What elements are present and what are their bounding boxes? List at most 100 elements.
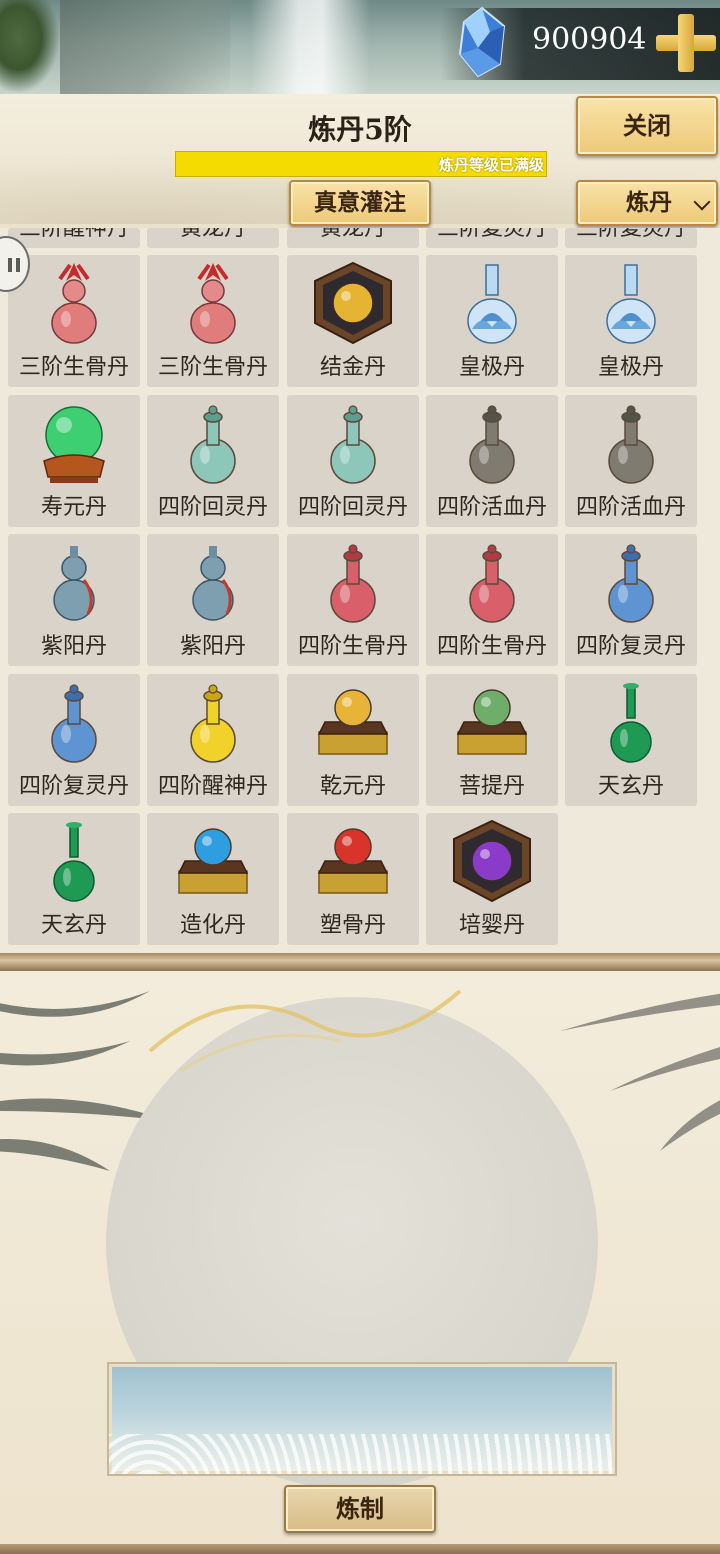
pill-name: 皇极丹	[458, 355, 525, 380]
pill-slot[interactable]: 乾元丹	[287, 673, 419, 806]
add-currency-button[interactable]	[656, 14, 716, 72]
pill-slot[interactable]: 皇极丹	[565, 255, 697, 387]
currency-amount: 900904	[532, 22, 647, 57]
pill-name: 皇极丹	[597, 355, 664, 380]
pill-name: 三阶复灵丹	[436, 228, 547, 241]
blue-crystal-gem-icon	[458, 6, 506, 78]
teal-bottle-icon	[169, 401, 257, 487]
pill-grid: 三阶醒神丹 黄龙丹 黄龙丹 三阶复灵丹 三阶复灵丹三阶生骨丹 三阶生骨丹 结金丹 皇极丹 皇极丹…	[0, 228, 720, 953]
pill-slot-partial[interactable]: 黄龙丹	[147, 228, 279, 248]
green-orb-stand-icon	[448, 680, 536, 766]
pill-name: 培婴丹	[458, 913, 525, 938]
pill-slot[interactable]: 菩提丹	[426, 673, 558, 806]
pill-slot-partial[interactable]: 黄龙丹	[287, 228, 419, 248]
pill-name: 乾元丹	[319, 773, 386, 799]
pill-slot[interactable]: 塑骨丹	[287, 813, 419, 945]
pill-name: 四阶活血丹	[575, 494, 686, 520]
pill-name: 结金丹	[319, 355, 386, 380]
pill-name: 天玄丹	[597, 773, 664, 799]
progress-status-text: 炼丹等级已满级	[438, 156, 544, 174]
waterfall-decoration	[250, 0, 370, 94]
pill-slot[interactable]: 四阶生骨丹	[426, 534, 558, 666]
gold-orb-box-icon	[309, 261, 397, 347]
cliff-decoration	[60, 0, 230, 94]
yellow-bottle-icon	[169, 680, 257, 766]
crafting-area	[0, 971, 720, 1554]
teal-bottle-icon	[309, 401, 397, 487]
pill-slot[interactable]: 寿元丹	[8, 394, 140, 527]
pill-name: 寿元丹	[40, 494, 107, 520]
pill-slot[interactable]: 四阶活血丹	[426, 394, 558, 527]
green-vase-icon	[30, 819, 118, 905]
pill-slot-partial[interactable]: 三阶醒神丹	[8, 228, 140, 248]
blue-bottle-icon	[30, 680, 118, 766]
pill-name: 黄龙丹	[179, 228, 246, 241]
pill-name: 黄龙丹	[319, 228, 386, 241]
dropdown-selected-label: 炼丹	[626, 189, 672, 216]
pill-name: 四阶醒神丹	[157, 773, 268, 799]
pill-slot[interactable]: 天玄丹	[8, 813, 140, 945]
result-scroll-panel	[107, 1362, 617, 1476]
pill-name: 三阶生骨丹	[157, 355, 268, 380]
pill-name: 四阶回灵丹	[157, 494, 268, 520]
green-crystal-ball-icon	[30, 401, 118, 487]
category-dropdown[interactable]: 炼丹	[576, 180, 718, 226]
red-bottle-icon	[309, 540, 397, 626]
foliage-decoration	[0, 0, 60, 94]
pill-name: 四阶生骨丹	[297, 634, 408, 659]
blue-bottle-icon	[587, 540, 675, 626]
pill-slot[interactable]: 三阶生骨丹	[147, 255, 279, 387]
pill-slot[interactable]: 四阶复灵丹	[565, 534, 697, 666]
pill-name: 四阶生骨丹	[436, 634, 547, 659]
pill-slot[interactable]: 四阶醒神丹	[147, 673, 279, 806]
bottom-border	[0, 1544, 720, 1554]
pink-gourd-vase-icon	[30, 261, 118, 347]
pill-slot[interactable]: 紫阳丹	[8, 534, 140, 666]
blue-gourd-icon	[169, 540, 257, 626]
gold-orb-stand-icon	[309, 680, 397, 766]
pill-slot[interactable]: 皇极丹	[426, 255, 558, 387]
pill-name: 菩提丹	[458, 773, 525, 799]
purple-orb-box-icon	[448, 819, 536, 905]
gray-bottle-icon	[587, 401, 675, 487]
pill-name: 三阶复灵丹	[575, 228, 686, 241]
blue-gourd-icon	[30, 540, 118, 626]
red-orb-stand-icon	[309, 819, 397, 905]
wave-pattern	[109, 1434, 615, 1474]
pill-slot[interactable]: 四阶活血丹	[565, 394, 697, 527]
pill-slot[interactable]: 培婴丹	[426, 813, 558, 945]
chevron-down-icon	[693, 193, 711, 211]
pill-name: 造化丹	[179, 913, 246, 938]
pill-slot-partial[interactable]: 三阶复灵丹	[426, 228, 558, 248]
pill-slot[interactable]: 四阶复灵丹	[8, 673, 140, 806]
blue-orb-stand-icon	[169, 819, 257, 905]
craft-button[interactable]: 炼制	[284, 1485, 436, 1533]
pill-name: 四阶复灵丹	[18, 773, 129, 799]
alchemy-progress-bar: 炼丹等级已满级	[175, 151, 547, 177]
pill-slot[interactable]: 四阶回灵丹	[287, 394, 419, 527]
green-vase-icon	[587, 680, 675, 766]
pill-name: 紫阳丹	[40, 634, 107, 659]
pill-slot[interactable]: 四阶回灵丹	[147, 394, 279, 527]
pill-name: 四阶复灵丹	[575, 634, 686, 659]
infuse-button[interactable]: 真意灌注	[289, 180, 431, 226]
close-button[interactable]: 关闭	[576, 96, 718, 156]
pill-slot[interactable]: 紫阳丹	[147, 534, 279, 666]
pill-slot[interactable]: 四阶生骨丹	[287, 534, 419, 666]
pill-name: 塑骨丹	[319, 913, 386, 938]
pill-name: 紫阳丹	[179, 634, 246, 659]
pill-slot[interactable]: 结金丹	[287, 255, 419, 387]
pill-name: 天玄丹	[40, 913, 107, 938]
pill-slot[interactable]: 天玄丹	[565, 673, 697, 806]
gold-swirl-decoration	[148, 989, 462, 1073]
pill-name: 四阶回灵丹	[297, 494, 408, 520]
pill-name: 四阶活血丹	[436, 494, 547, 520]
pill-slot[interactable]: 造化丹	[147, 813, 279, 945]
pill-slot-partial[interactable]: 三阶复灵丹	[565, 228, 697, 248]
alchemy-level-title: 炼丹5阶	[308, 113, 412, 146]
blue-lotus-vase-icon	[448, 261, 536, 347]
pink-gourd-vase-icon	[169, 261, 257, 347]
blue-lotus-vase-icon	[587, 261, 675, 347]
gray-bottle-icon	[448, 401, 536, 487]
pill-name: 三阶生骨丹	[18, 355, 129, 380]
